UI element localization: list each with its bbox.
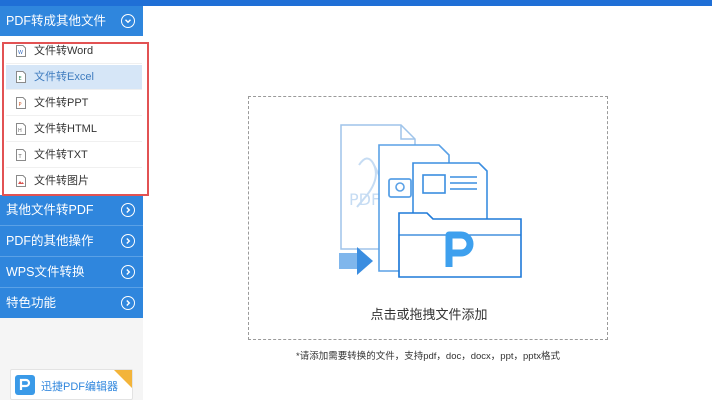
- sub-item-excel[interactable]: E 文件转Excel: [6, 65, 142, 90]
- corner-ribbon-icon: [114, 370, 132, 388]
- svg-text:W: W: [18, 50, 23, 56]
- category-pdf-to-other[interactable]: PDF转成其他文件: [0, 6, 143, 36]
- sub-item-label: 文件转Excel: [34, 71, 94, 83]
- chevron-right-icon: [121, 203, 135, 217]
- sub-menu-panel: W 文件转Word E 文件转Excel P 文件转PPT H 文件转HTML …: [0, 36, 143, 198]
- file-drop-zone[interactable]: PDF 点击或拖拽文件添加: [248, 96, 608, 340]
- category-label: WPS文件转换: [6, 265, 85, 279]
- chevron-right-icon: [121, 234, 135, 248]
- category-label: 特色功能: [6, 296, 57, 310]
- sub-item-label: 文件转图片: [34, 175, 89, 187]
- drop-zone-label: 点击或拖拽文件添加: [370, 307, 488, 322]
- sub-item-image[interactable]: 文件转图片: [6, 169, 142, 194]
- image-file-icon: [16, 175, 26, 187]
- supported-formats-hint: *请添加需要转换的文件，支持pdf，doc，docx，ppt，pptx格式: [296, 351, 560, 362]
- pdf-art-text: PDF: [349, 190, 380, 209]
- svg-text:P: P: [19, 102, 22, 108]
- sub-item-word[interactable]: W 文件转Word: [6, 39, 142, 64]
- file-upload-illustration: PDF: [339, 124, 522, 278]
- txt-file-icon: T: [16, 149, 26, 161]
- app-badge[interactable]: 迅捷PDF编辑器: [10, 369, 133, 400]
- sub-item-html[interactable]: H 文件转HTML: [6, 117, 142, 142]
- category-wps-convert[interactable]: WPS文件转换: [0, 257, 143, 287]
- app-logo-icon: [15, 375, 35, 395]
- chevron-down-icon: [121, 14, 135, 28]
- sub-item-label: 文件转Word: [34, 45, 94, 57]
- word-file-icon: W: [16, 45, 26, 57]
- html-file-icon: H: [16, 123, 26, 135]
- category-label: PDF转成其他文件: [6, 14, 107, 28]
- category-label: PDF的其他操作: [6, 234, 94, 248]
- category-pdf-other-ops[interactable]: PDF的其他操作: [0, 226, 143, 256]
- excel-file-icon: E: [16, 71, 26, 83]
- sub-item-label: 文件转PPT: [34, 97, 89, 109]
- app-name: 迅捷PDF编辑器: [41, 381, 118, 393]
- category-label: 其他文件转PDF: [6, 203, 94, 217]
- sub-item-label: 文件转TXT: [34, 149, 88, 161]
- chevron-right-icon: [121, 265, 135, 279]
- sub-item-ppt[interactable]: P 文件转PPT: [6, 91, 142, 116]
- ppt-file-icon: P: [16, 97, 26, 109]
- category-special-features[interactable]: 特色功能: [0, 288, 143, 318]
- sub-item-label: 文件转HTML: [34, 123, 97, 135]
- sub-item-txt[interactable]: T 文件转TXT: [6, 143, 142, 168]
- sidebar: PDF转成其他文件 W 文件转Word E 文件转Excel P 文件转PPT …: [0, 6, 143, 400]
- svg-text:E: E: [19, 76, 22, 82]
- category-other-to-pdf[interactable]: 其他文件转PDF: [0, 195, 143, 225]
- svg-text:H: H: [18, 128, 22, 134]
- chevron-right-icon: [121, 296, 135, 310]
